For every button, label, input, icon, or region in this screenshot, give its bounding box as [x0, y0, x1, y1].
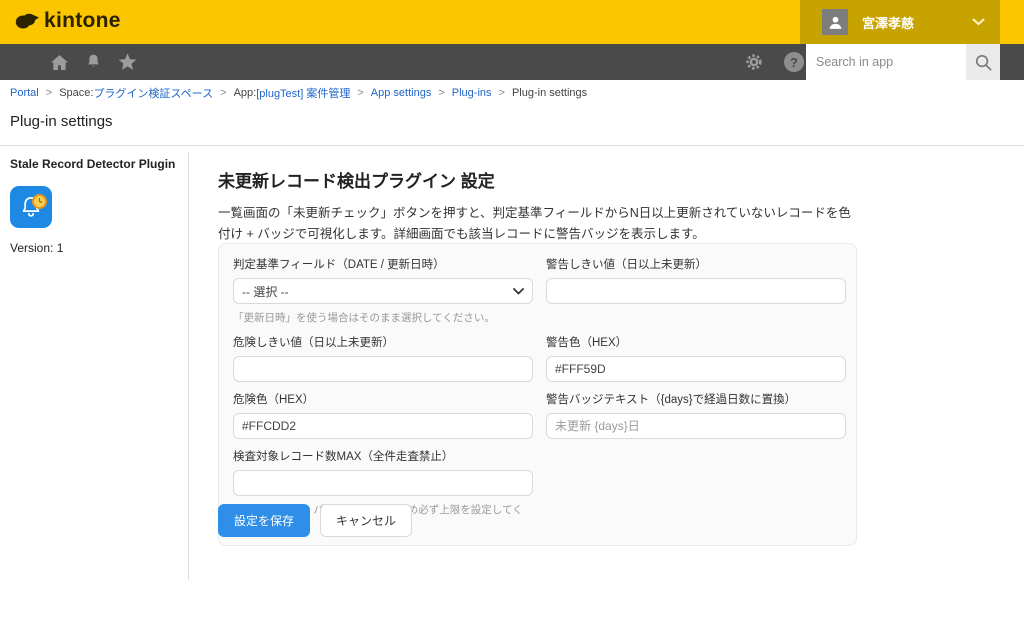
danger-color-input[interactable]: [233, 413, 533, 439]
warn-threshold-input[interactable]: [546, 278, 846, 304]
breadcrumb-link-space[interactable]: プラグイン検証スペース: [93, 85, 213, 101]
help-icon[interactable]: ?: [784, 52, 804, 72]
favorites-star-icon[interactable]: [118, 53, 137, 71]
plugin-bell-icon: [10, 186, 52, 228]
app-header: kintone 宮澤孝慈: [0, 0, 1024, 44]
user-menu[interactable]: 宮澤孝慈: [800, 0, 1000, 44]
user-name: 宮澤孝慈: [862, 13, 914, 32]
breadcrumb-link-plugins[interactable]: Plug-ins: [452, 87, 492, 99]
danger-threshold-input[interactable]: [233, 356, 533, 382]
sidebar-divider: [188, 152, 189, 580]
user-avatar: [822, 9, 848, 35]
warn-color-input[interactable]: [546, 356, 846, 382]
badge-text-input[interactable]: [546, 413, 846, 439]
danger-threshold-label: 危険しきい値（日以上未更新）: [233, 334, 533, 350]
menu-icon[interactable]: [10, 55, 34, 70]
badge-text-label: 警告バッジテキスト（{days}で経過日数に置換）: [546, 391, 846, 407]
judge-field-select[interactable]: -- 選択 --: [233, 278, 533, 304]
plugin-settings-heading: 未更新レコード検出プラグイン 設定: [218, 167, 858, 192]
breadcrumb-link-app-settings[interactable]: App settings: [371, 87, 432, 99]
plugin-sidebar: Stale Record Detector Plugin Version: 1: [10, 157, 180, 255]
search-button[interactable]: [966, 44, 1000, 80]
select-chevron-down-icon: [513, 288, 524, 295]
form-actions: 設定を保存 キャンセル: [218, 504, 412, 537]
max-records-input[interactable]: [233, 470, 533, 496]
judge-field-helper: 「更新日時」を使う場合はそのまま選択してください。: [233, 310, 533, 325]
title-divider: [0, 145, 1024, 146]
judge-field-label: 判定基準フィールド（DATE / 更新日時）: [233, 256, 533, 272]
danger-color-label: 危険色（HEX）: [233, 391, 533, 407]
notifications-bell-icon[interactable]: [85, 53, 102, 71]
warn-color-label: 警告色（HEX）: [546, 334, 846, 350]
settings-form-panel: 判定基準フィールド（DATE / 更新日時） -- 選択 -- 「更新日時」を使…: [218, 243, 857, 546]
plugin-version: Version: 1: [10, 241, 180, 255]
save-button[interactable]: 設定を保存: [218, 504, 310, 537]
home-icon[interactable]: [50, 54, 69, 71]
settings-gear-icon[interactable]: [744, 52, 764, 72]
clock-icon: [32, 194, 47, 209]
breadcrumb-current: Plug-in settings: [512, 87, 587, 99]
app-search: [806, 44, 966, 80]
plugin-name: Stale Record Detector Plugin: [10, 157, 180, 173]
plugin-description: 一覧画面の「未更新チェック」ボタンを押すと、判定基準フィールドからN日以上更新さ…: [218, 203, 858, 244]
chevron-down-icon: [972, 18, 985, 26]
kintone-logo-icon: [14, 10, 40, 32]
page-title: Plug-in settings: [10, 113, 113, 130]
warn-threshold-label: 警告しきい値（日以上未更新）: [546, 256, 846, 272]
breadcrumb-link-app[interactable]: [plugTest] 案件管理: [256, 85, 350, 101]
breadcrumb-space-prefix: Space:: [59, 87, 93, 99]
breadcrumb: Portal > Space: プラグイン検証スペース > App: [plug…: [10, 85, 587, 101]
kintone-logo-text: kintone: [44, 9, 121, 33]
breadcrumb-link-portal[interactable]: Portal: [10, 87, 39, 99]
cancel-button[interactable]: キャンセル: [320, 504, 412, 537]
max-records-label: 検査対象レコード数MAX（全件走査禁止）: [233, 448, 533, 464]
breadcrumb-app-prefix: App:: [234, 87, 257, 99]
kintone-logo[interactable]: kintone: [14, 9, 121, 33]
search-input[interactable]: [806, 44, 966, 80]
